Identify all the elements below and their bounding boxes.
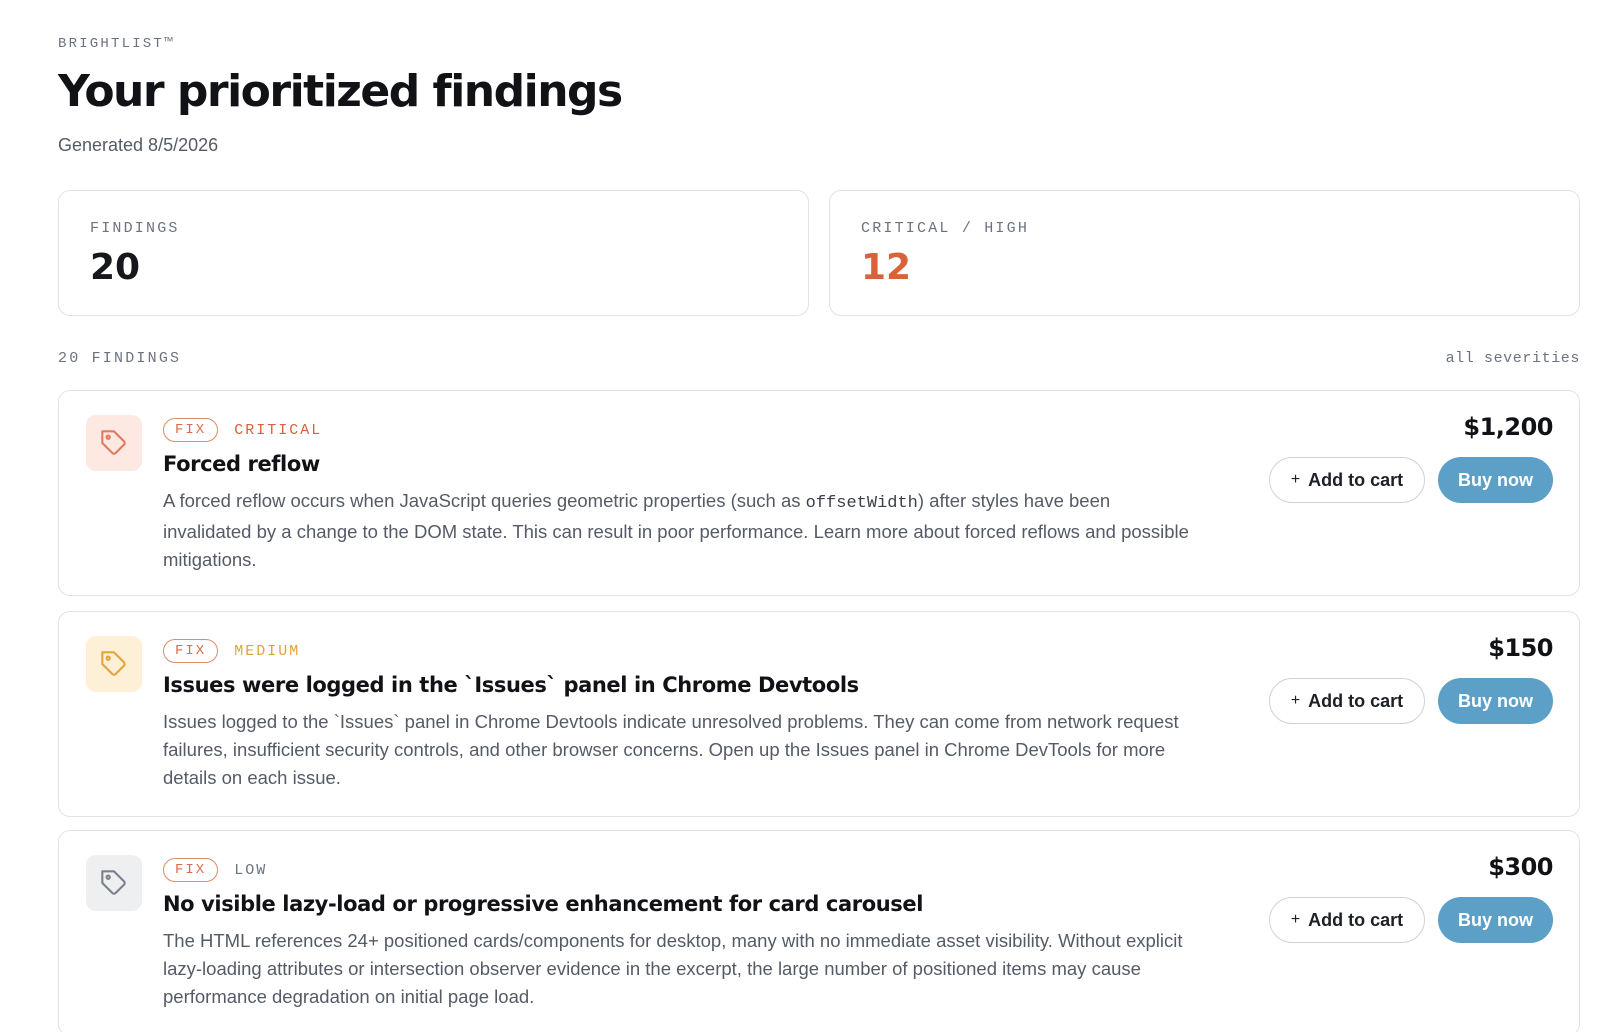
price: $1,200: [1463, 413, 1553, 441]
fix-badge: FIX: [163, 858, 219, 882]
tag-icon: [101, 430, 126, 455]
finding-title: Issues were logged in the `Issues` panel…: [163, 673, 859, 697]
add-to-cart-label: Add to cart: [1308, 469, 1404, 490]
tag-icon: [101, 651, 126, 676]
severity-label: CRITICAL: [234, 421, 323, 439]
stat-card-findings: FINDINGS 20: [58, 190, 809, 316]
finding-card: FIX MEDIUM Issues were logged in the `Is…: [58, 611, 1580, 817]
generated-date: Generated 8/5/2026: [58, 135, 219, 155]
tag-icon-box: [86, 855, 142, 911]
finding-description: The HTML references 24+ positioned cards…: [163, 930, 1183, 1007]
findings-count: 20 FINDINGS: [58, 350, 182, 367]
finding-card: FIX LOW No visible lazy-load or progress…: [58, 830, 1580, 1032]
price: $150: [1488, 634, 1553, 662]
code-snippet: offsetWidth: [805, 494, 918, 513]
severity-filter[interactable]: all severities: [1446, 350, 1580, 367]
finding-title: No visible lazy-load or progressive enha…: [163, 892, 924, 916]
plus-icon: +: [1290, 911, 1301, 928]
finding-description: Issues logged to the `Issues` panel in C…: [163, 711, 1179, 788]
tag-icon: [101, 870, 126, 895]
add-to-cart-label: Add to cart: [1308, 690, 1404, 711]
stat-label: CRITICAL / HIGH: [861, 220, 1030, 237]
plus-icon: +: [1290, 692, 1301, 709]
buy-now-button[interactable]: Buy now: [1438, 897, 1553, 943]
severity-label: MEDIUM: [234, 642, 301, 660]
fix-badge: FIX: [163, 639, 219, 663]
finding-description: A forced reflow occurs when JavaScript q…: [163, 487, 1193, 574]
stat-card-critical-high: CRITICAL / HIGH 12: [829, 190, 1580, 316]
plus-icon: +: [1290, 471, 1301, 488]
stat-value: 12: [861, 247, 912, 288]
buy-now-button[interactable]: Buy now: [1438, 457, 1553, 503]
finding-title: Forced reflow: [163, 452, 320, 476]
tag-icon-box: [86, 636, 142, 692]
stat-value: 20: [90, 247, 141, 288]
page-title: Your prioritized findings: [58, 66, 623, 117]
add-to-cart-button[interactable]: + Add to cart: [1269, 897, 1425, 943]
tag-icon-box: [86, 415, 142, 471]
finding-card: FIX CRITICAL Forced reflow A forced refl…: [58, 390, 1580, 596]
stat-label: FINDINGS: [90, 220, 180, 237]
badge-row: FIX MEDIUM: [163, 638, 300, 664]
brand-label: BRIGHTLIST™: [58, 36, 175, 52]
fix-badge: FIX: [163, 418, 219, 442]
add-to-cart-button[interactable]: + Add to cart: [1269, 678, 1425, 724]
price: $300: [1488, 853, 1553, 881]
add-to-cart-label: Add to cart: [1308, 909, 1404, 930]
desc-text: A forced reflow occurs when JavaScript q…: [163, 490, 806, 511]
badge-row: FIX CRITICAL: [163, 417, 322, 443]
buy-now-button[interactable]: Buy now: [1438, 678, 1553, 724]
severity-label: LOW: [234, 861, 268, 879]
add-to-cart-button[interactable]: + Add to cart: [1269, 457, 1425, 503]
badge-row: FIX LOW: [163, 857, 267, 883]
